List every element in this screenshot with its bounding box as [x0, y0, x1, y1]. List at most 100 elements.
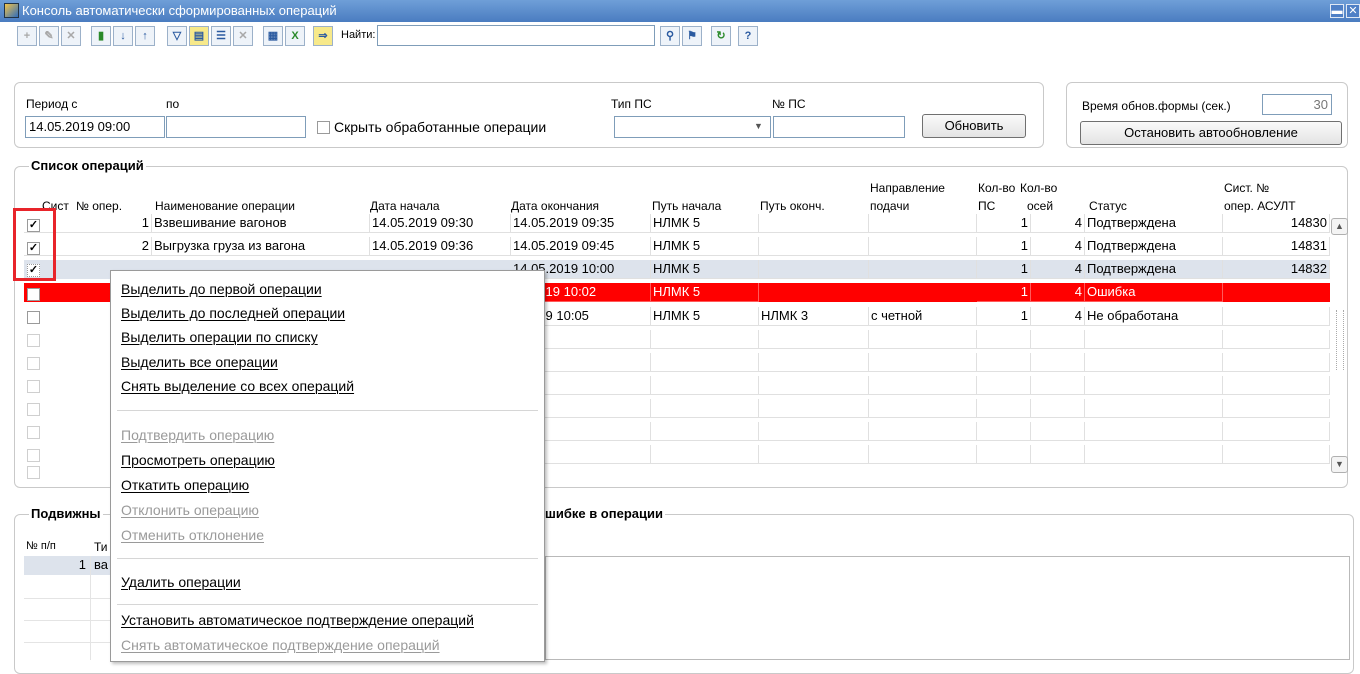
error-details-textarea[interactable] — [545, 556, 1350, 660]
menu-disable-auto-confirm[interactable]: Снять автоматическое подтверждение опера… — [121, 635, 440, 655]
menu-delete-operations[interactable]: Удалить операции — [121, 572, 241, 592]
search-next-icon[interactable]: ⚑ — [682, 26, 702, 46]
delete-icon[interactable]: ✕ — [61, 26, 81, 46]
hide-processed-checkbox[interactable] — [317, 121, 330, 134]
scroll-up-icon[interactable]: ▲ — [1331, 218, 1348, 235]
details-row-no: 1 — [78, 557, 86, 572]
menu-select-to-first[interactable]: Выделить до первой операции — [121, 279, 322, 299]
row-checkbox[interactable] — [27, 288, 40, 301]
refresh-button[interactable]: Обновить — [922, 114, 1026, 138]
col-header-path-end: Путь оконч. — [760, 199, 825, 213]
close-icon[interactable]: ✕ — [1346, 4, 1360, 18]
col-header-status: Статус — [1089, 199, 1127, 213]
row-checkbox[interactable] — [27, 334, 40, 347]
filter-edit-icon[interactable]: ▤ — [189, 26, 209, 46]
report-icon[interactable]: ▦ — [263, 26, 283, 46]
col-header-axes-2: осей — [1027, 199, 1054, 213]
col-header-asu-2: опер. АСУЛТ — [1224, 199, 1296, 213]
ps-type-select[interactable] — [614, 116, 771, 138]
row-checkbox[interactable] — [27, 357, 40, 370]
cell-direction — [869, 260, 977, 279]
cell-end: 14.05.2019 09:45 — [511, 237, 651, 256]
cell-count-ps: 1 — [977, 283, 1031, 302]
window-title-bar: Консоль автоматически сформированных опе… — [0, 0, 1360, 22]
menu-deselect-all[interactable]: Снять выделение со всех операций — [121, 376, 354, 396]
col-header-count-ps: Кол-во — [978, 181, 1016, 195]
search-icon[interactable]: ⚲ — [660, 26, 680, 46]
stop-autorefresh-button[interactable]: Остановить автообновление — [1080, 121, 1342, 145]
cell-count-ps: 1 — [977, 237, 1031, 256]
sort-asc-icon[interactable]: ↓ — [113, 26, 133, 46]
filter-panel — [14, 82, 1044, 148]
menu-select-by-list[interactable]: Выделить операции по списку — [121, 327, 318, 347]
cell-path-end — [759, 214, 869, 233]
minimize-icon[interactable]: ▬ — [1330, 4, 1344, 18]
period-to-label: по — [166, 97, 180, 111]
menu-view-operation[interactable]: Просмотреть операцию — [121, 450, 275, 470]
menu-confirm-operation[interactable]: Подтвердить операцию — [121, 425, 274, 445]
details-grid — [24, 577, 111, 657]
ps-type-label: Тип ПС — [611, 97, 652, 111]
menu-separator — [117, 604, 538, 605]
scroll-down-icon[interactable]: ▼ — [1331, 456, 1348, 473]
highlight-box — [13, 208, 56, 281]
row-checkbox[interactable] — [27, 311, 40, 324]
row-checkbox[interactable] — [27, 403, 40, 416]
col-header-op-no: № опер. — [76, 199, 123, 213]
window-title: Консоль автоматически сформированных опе… — [22, 3, 337, 18]
cell-asu: 14830 — [1223, 214, 1330, 233]
row-checkbox[interactable] — [27, 380, 40, 393]
period-from-input[interactable]: 14.05.2019 09:00 — [25, 116, 165, 138]
details-title-right: шибке в операции — [543, 506, 665, 521]
sort-desc-icon[interactable]: ↑ — [135, 26, 155, 46]
details-column-divider — [90, 556, 91, 660]
table-row[interactable]: 2 Выгрузка груза из вагона 14.05.2019 09… — [24, 237, 1330, 256]
cell-status: Ошибка — [1085, 283, 1223, 302]
scrollbar-track[interactable] — [1336, 310, 1344, 370]
autorefresh-seconds-input[interactable]: 30 — [1262, 94, 1332, 115]
ps-number-input[interactable] — [773, 116, 905, 138]
menu-rollback-operation[interactable]: Откатить операцию — [121, 475, 249, 495]
table-row[interactable]: 1 Взвешивание вагонов 14.05.2019 09:30 1… — [24, 214, 1330, 233]
details-title-left: Подвижны — [29, 506, 103, 521]
cell-direction: с четной — [869, 307, 977, 326]
ps-number-label: № ПС — [772, 97, 806, 111]
excel-icon[interactable]: X — [285, 26, 305, 46]
col-header-name: Наименование операции — [155, 199, 295, 213]
cell-start: 14.05.2019 09:36 — [370, 237, 511, 256]
cell-start: 14.05.2019 09:30 — [370, 214, 511, 233]
menu-enable-auto-confirm[interactable]: Установить автоматическое подтверждение … — [121, 610, 474, 630]
row-checkbox[interactable] — [27, 466, 40, 479]
find-input[interactable] — [377, 25, 655, 46]
period-to-input[interactable] — [166, 116, 306, 138]
cell-asu: 14832 — [1223, 260, 1330, 279]
cell-axes: 4 — [1031, 237, 1085, 256]
menu-select-to-last[interactable]: Выделить до последней операции — [121, 303, 345, 323]
cell-status: Подтверждена — [1085, 260, 1223, 279]
cell-count-ps: 1 — [977, 214, 1031, 233]
col-header-axes: Кол-во — [1020, 181, 1058, 195]
menu-select-all[interactable]: Выделить все операции — [121, 352, 278, 372]
cell-path-start: НЛМК 5 — [651, 260, 759, 279]
cell-axes: 4 — [1031, 307, 1085, 326]
refresh-icon[interactable]: ↻ — [711, 26, 731, 46]
help-icon[interactable]: ? — [738, 26, 758, 46]
row-checkbox[interactable] — [27, 426, 40, 439]
add-icon[interactable]: + — [17, 26, 37, 46]
menu-reject-operation[interactable]: Отклонить операцию — [121, 500, 259, 520]
columns-icon[interactable]: ☰ — [211, 26, 231, 46]
cell-asu — [1223, 307, 1330, 326]
menu-cancel-reject[interactable]: Отменить отклонение — [121, 525, 264, 545]
filter-icon[interactable]: ▽ — [167, 26, 187, 46]
details-row-type: ва — [94, 557, 108, 572]
col-header-asu: Сист. № — [1224, 181, 1270, 195]
chevron-down-icon[interactable]: ▼ — [754, 121, 763, 131]
clear-filter-icon[interactable]: ✕ — [233, 26, 253, 46]
col-header-end: Дата окончания — [511, 199, 600, 213]
row-checkbox[interactable] — [27, 449, 40, 462]
export-icon[interactable]: ⇒ — [313, 26, 333, 46]
chart-icon[interactable]: ▮ — [91, 26, 111, 46]
edit-icon[interactable]: ✎ — [39, 26, 59, 46]
find-label: Найти: — [341, 29, 376, 41]
cell-status: Не обработана — [1085, 307, 1223, 326]
